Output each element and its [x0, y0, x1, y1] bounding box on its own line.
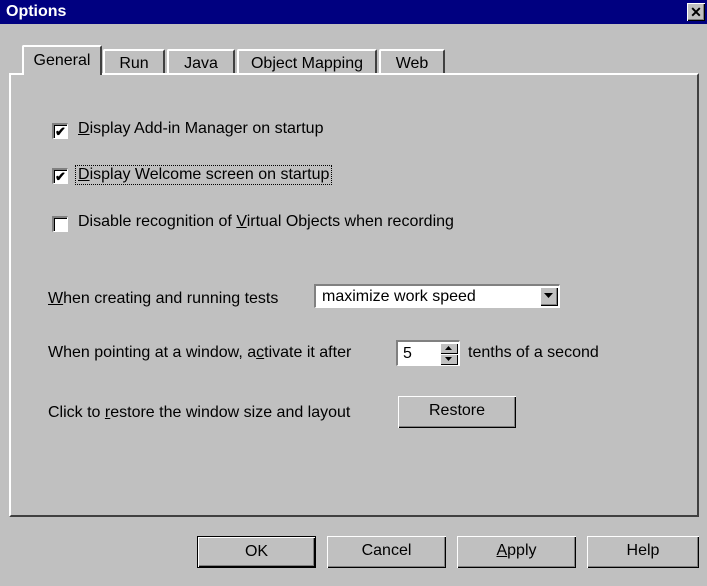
run-mode-value: maximize work speed — [322, 288, 476, 305]
restore-label: Click to restore the window size and lay… — [48, 404, 351, 421]
run-mode-label: When creating and running tests — [48, 290, 279, 307]
apply-button[interactable]: Apply — [457, 536, 576, 568]
tab-web[interactable]: Web — [379, 49, 445, 74]
restore-button[interactable]: Restore — [398, 396, 516, 428]
tab-run[interactable]: Run — [103, 49, 165, 74]
close-icon: ✕ — [690, 4, 702, 20]
tab-general[interactable]: General — [22, 45, 102, 75]
spin-up-button[interactable] — [440, 343, 458, 354]
dropdown-button[interactable] — [540, 287, 558, 306]
chevron-down-icon — [544, 293, 553, 298]
activate-label: When pointing at a window, activate it a… — [48, 344, 352, 361]
checkbox-add-in-manager-label: Display Add-in Manager on startup — [78, 120, 324, 137]
checkbox-add-in-manager[interactable]: ✔ — [52, 123, 68, 139]
window-title: Options — [6, 3, 67, 20]
checkbox-welcome-screen[interactable]: ✔ — [52, 168, 68, 184]
tab-object-mapping[interactable]: Object Mapping — [237, 49, 377, 74]
activate-delay-value: 5 — [403, 345, 412, 362]
checkbox-virtual-objects[interactable] — [52, 216, 68, 232]
close-button[interactable]: ✕ — [687, 3, 705, 21]
checkbox-welcome-screen-label: Display Welcome screen on startup — [74, 165, 333, 185]
ok-button[interactable]: OK — [197, 536, 316, 568]
activate-delay-spinner[interactable]: 5 — [396, 340, 460, 366]
checkbox-virtual-objects-label: Disable recognition of Virtual Objects w… — [78, 213, 454, 230]
arrow-up-icon — [445, 346, 452, 350]
tab-java[interactable]: Java — [167, 49, 235, 74]
help-button[interactable]: Help — [587, 536, 699, 568]
run-mode-select[interactable]: maximize work speed — [314, 284, 560, 308]
check-icon: ✔ — [55, 124, 66, 139]
activate-unit-label: tenths of a second — [468, 344, 599, 361]
check-icon: ✔ — [55, 169, 66, 184]
spin-down-button[interactable] — [440, 354, 458, 365]
arrow-down-icon — [445, 357, 452, 361]
title-bar: Options ✕ — [0, 0, 707, 24]
cancel-button[interactable]: Cancel — [327, 536, 446, 568]
